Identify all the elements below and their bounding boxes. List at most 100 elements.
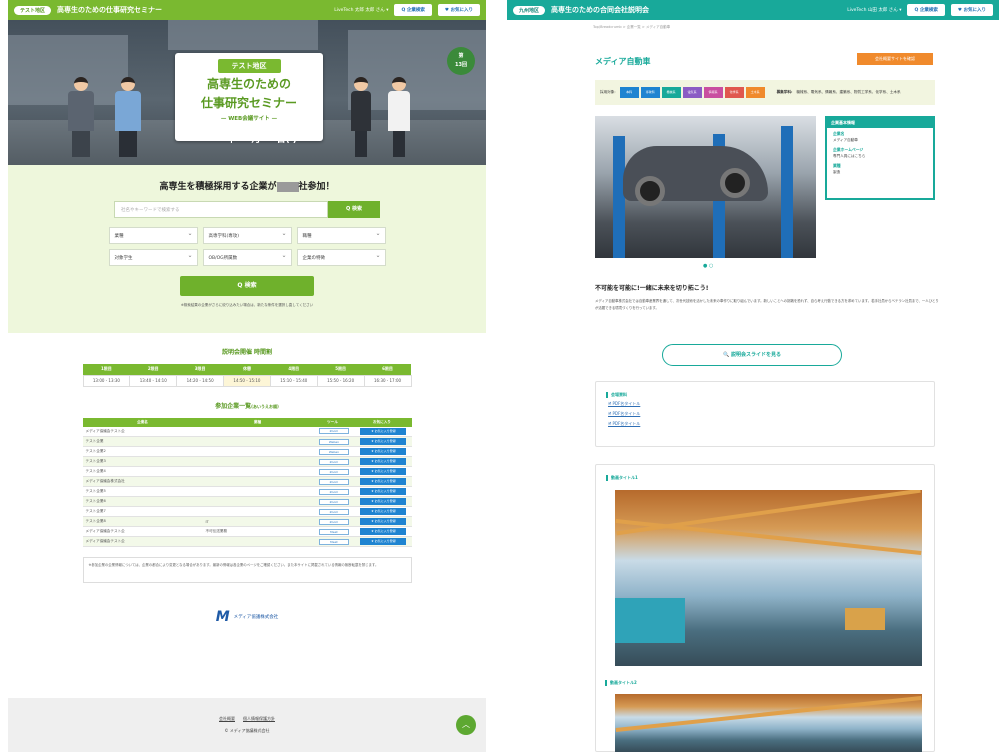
filter-select[interactable]: OB/OG所属数 bbox=[202, 249, 292, 266]
user-menu[interactable]: LiveTech 太郎 太郎 さん ▾ bbox=[334, 7, 388, 13]
tool-badge[interactable]: Meet bbox=[318, 538, 349, 545]
industry-cell bbox=[202, 486, 313, 497]
favorite-button[interactable]: ★ お気に入り登録 bbox=[360, 518, 407, 525]
company-search-button-right[interactable]: Q 企業検索 bbox=[907, 4, 945, 16]
company-search-button[interactable]: Q 企業検索 bbox=[394, 4, 432, 16]
event-date: 20 年 月 日( ) bbox=[198, 132, 297, 145]
tool-badge[interactable]: Zoom bbox=[318, 518, 349, 525]
target-tag: 専攻科 bbox=[640, 87, 660, 98]
favorite-button[interactable]: ★ お気に入り登録 bbox=[360, 458, 407, 465]
industry-cell bbox=[202, 466, 313, 477]
catch-copy: 不可能を可能に!一緒に未来を切り拓こう! bbox=[595, 285, 709, 292]
favorite-button[interactable]: ★ お気に入り登録 bbox=[360, 508, 407, 515]
user-menu-right[interactable]: LiveTech 山田 太郎 さん ▾ bbox=[847, 7, 901, 13]
target-tag: 機械系 bbox=[661, 87, 681, 98]
company-name-cell[interactable]: メディア協議会テスト企 bbox=[82, 426, 203, 437]
factory-photo-2[interactable] bbox=[615, 694, 922, 752]
footer-link-company[interactable]: 会社概要 bbox=[219, 716, 235, 722]
tool-badge[interactable]: Meet bbox=[318, 528, 349, 535]
tags-text: 機械系、電気系、情報系、建築系、物質工学系、化学系、土木系 bbox=[796, 90, 901, 94]
company-logo[interactable]: M メディア協議株式会社 bbox=[8, 609, 486, 625]
favorite-button[interactable]: ★ お気に入り登録 bbox=[360, 427, 407, 435]
disclaimer-box: ※参加企業の企業情報については、企業の都合により変更となる場合があります。最新の… bbox=[82, 557, 412, 583]
favorite-button[interactable]: ★ お気に入り登録 bbox=[360, 488, 407, 495]
favorite-button[interactable]: ★ お気に入り登録 bbox=[360, 538, 407, 545]
company-website-button[interactable]: 会社概要サイトを確認 bbox=[857, 53, 933, 65]
tool-badge[interactable]: Webex bbox=[318, 438, 349, 445]
company-search-section: 高専生を積極採用する企業が社参加！ 社名やキーワードで検索する Q 検索 業種高… bbox=[8, 165, 486, 333]
keyword-search-input[interactable]: 社名やキーワードで検索する bbox=[114, 201, 328, 218]
filter-select[interactable]: 企業の特徴 bbox=[296, 249, 386, 266]
company-name-cell[interactable]: テスト企業3 bbox=[82, 456, 203, 467]
company-name-cell[interactable]: メディア協議会テスト企 bbox=[82, 536, 203, 547]
target-tag: 電気系 bbox=[682, 87, 702, 98]
filter-select[interactable]: 業種 bbox=[108, 227, 198, 244]
company-name-cell[interactable]: テスト企業2 bbox=[82, 446, 203, 457]
industry-cell: IT bbox=[202, 516, 313, 527]
company-homepage-link[interactable]: 専門人員にはこちら bbox=[827, 153, 933, 160]
view-slides-button[interactable]: 🔍 説明会スライドを見る bbox=[662, 344, 842, 366]
favorites-button[interactable]: ♥ お気に入り bbox=[437, 4, 480, 16]
industry-cell bbox=[202, 506, 313, 517]
tags-label: 採用対象: bbox=[600, 90, 616, 94]
tool-badge[interactable]: Zoom bbox=[318, 488, 349, 495]
favorite-button[interactable]: ★ お気に入り登録 bbox=[360, 498, 407, 505]
keyword-search-button[interactable]: Q 検索 bbox=[328, 201, 380, 218]
factory-photo-1[interactable] bbox=[615, 490, 922, 666]
hero-title-line2: 仕事研究セミナー bbox=[200, 96, 297, 110]
schedule-header: 1限目 bbox=[83, 364, 130, 375]
favorite-button[interactable]: ★ お気に入り登録 bbox=[360, 448, 407, 455]
company-name-cell[interactable]: テスト企業4 bbox=[82, 466, 203, 477]
company-name-cell[interactable]: テスト企業6 bbox=[82, 496, 203, 507]
filter-select[interactable]: 対象学生 bbox=[108, 249, 198, 266]
tool-badge[interactable]: Zoom bbox=[318, 508, 349, 515]
table-row: テスト企業6 Zoom ★ お気に入り登録 bbox=[82, 496, 412, 507]
filter-select[interactable]: 職種 bbox=[296, 227, 386, 244]
tool-badge[interactable]: Zoom bbox=[318, 458, 349, 465]
resource-pdf-link[interactable]: 🗎 PDF名タイトル bbox=[608, 421, 934, 428]
site-title-right[interactable]: 高専生のための合同会社説明会 bbox=[551, 5, 649, 15]
table-row: テスト企業8 IT Zoom ★ お気に入り登録 bbox=[82, 516, 412, 527]
hero-region-tag: テスト地区 bbox=[217, 59, 281, 73]
company-name-cell[interactable]: テスト企業5 bbox=[82, 486, 203, 497]
site-title[interactable]: 高専生のための仕事研究セミナー bbox=[57, 5, 162, 15]
company-name-cell[interactable]: メディア協議会テスト企 bbox=[82, 526, 203, 537]
carousel-dots[interactable]: ● ○ bbox=[703, 263, 713, 269]
schedule-time: 15:10 - 15:40 bbox=[269, 374, 318, 387]
tool-badge[interactable]: Webex bbox=[318, 448, 349, 455]
illustration-woman-1 bbox=[351, 77, 371, 157]
tool-badge[interactable]: Zoom bbox=[318, 468, 349, 475]
favorite-button[interactable]: ★ お気に入り登録 bbox=[360, 528, 407, 535]
favorite-button[interactable]: ★ お気に入り登録 bbox=[360, 438, 407, 445]
favorite-button[interactable]: ★ お気に入り登録 bbox=[360, 468, 407, 475]
industry-cell: 不可伝送業務 bbox=[202, 526, 313, 537]
filter-search-button[interactable]: Q 検索 bbox=[180, 276, 314, 296]
filter-select[interactable]: 高専学科(専攻) bbox=[202, 227, 292, 244]
industry-cell bbox=[202, 446, 313, 457]
company-main-photo[interactable] bbox=[595, 116, 816, 258]
company-name-cell[interactable]: テスト企業8 bbox=[82, 516, 203, 527]
tool-badge[interactable]: Zoom bbox=[318, 498, 349, 505]
illustration-man-1 bbox=[68, 77, 94, 157]
tool-badge[interactable]: Zoom bbox=[318, 478, 349, 485]
schedule-header: 6限目 bbox=[364, 364, 411, 375]
favorites-button-right[interactable]: ♥ お気に入り bbox=[950, 4, 993, 16]
resource-pdf-link[interactable]: 🗎 PDF名タイトル bbox=[608, 401, 934, 408]
breadcrumb[interactable]: Top/Breadcrumb > 企業一覧 > メディア自動車 bbox=[507, 20, 999, 35]
company-name: メディア自動車 bbox=[595, 57, 651, 66]
resource-pdf-link[interactable]: 🗎 PDF名タイトル bbox=[608, 411, 934, 418]
schedule-header: 5限目 bbox=[317, 364, 365, 375]
company-name-cell[interactable]: テスト企業7 bbox=[82, 506, 203, 517]
tool-badge[interactable]: Zoom bbox=[318, 428, 349, 435]
table-row: テスト企業4 Zoom ★ お気に入り登録 bbox=[82, 466, 412, 477]
footer-link-privacy[interactable]: 個人情報保護方針 bbox=[243, 716, 275, 722]
hero-subtitle: — WEB会議サイト — bbox=[220, 116, 278, 122]
schedule-time: 16:30 - 17:00 bbox=[363, 374, 412, 387]
favorite-button[interactable]: ★ お気に入り登録 bbox=[360, 478, 407, 485]
company-name-cell[interactable]: テスト企業 bbox=[82, 436, 203, 447]
industry-cell bbox=[202, 496, 313, 507]
company-name-cell[interactable]: メディア協議会株式会社 bbox=[82, 476, 203, 487]
industry-cell bbox=[202, 476, 313, 487]
back-to-top-icon[interactable]: ︿ bbox=[456, 715, 476, 735]
filter-selects: 業種高専学科(専攻)職種対象学生OB/OG所属数企業の特徴 bbox=[8, 227, 486, 266]
